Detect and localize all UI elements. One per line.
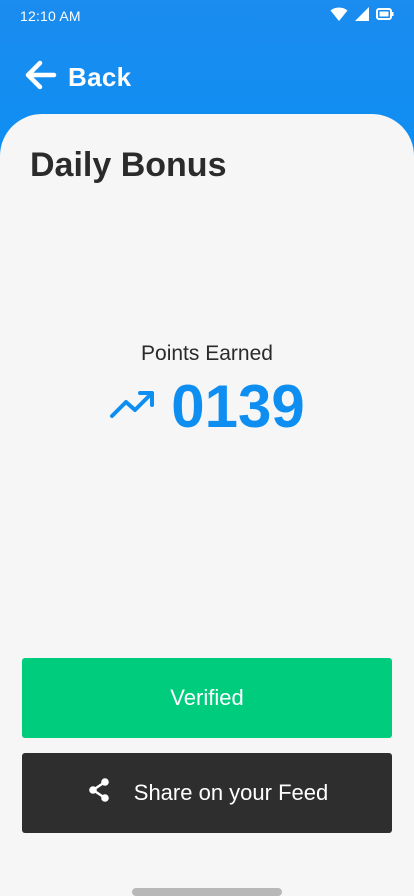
trending-up-icon (109, 388, 157, 425)
status-icons (330, 6, 394, 25)
back-label: Back (68, 62, 132, 92)
screen: 12:10 AM Back Daily Bonus Points Earned … (0, 0, 414, 896)
verified-button[interactable]: Verified (22, 658, 392, 738)
arrow-left-icon (24, 58, 58, 97)
home-indicator[interactable] (132, 888, 282, 896)
back-button[interactable]: Back (24, 58, 131, 97)
top-bar: Back (0, 48, 414, 108)
points-row: 0139 (0, 372, 414, 441)
wifi-icon (330, 6, 348, 25)
share-feed-button[interactable]: Share on your Feed (22, 753, 392, 833)
verified-label: Verified (170, 685, 244, 710)
content-card: Daily Bonus Points Earned 0139 Verified (0, 114, 414, 896)
status-bar: 12:10 AM (0, 0, 414, 32)
battery-icon (376, 7, 394, 24)
points-label: Points Earned (141, 342, 273, 365)
share-icon (86, 777, 112, 809)
share-label: Share on your Feed (133, 780, 329, 805)
page-title: Daily Bonus (30, 146, 227, 184)
status-time: 12:10 AM (20, 8, 81, 24)
signal-icon (354, 6, 370, 25)
points-value: 0139 (171, 373, 305, 440)
